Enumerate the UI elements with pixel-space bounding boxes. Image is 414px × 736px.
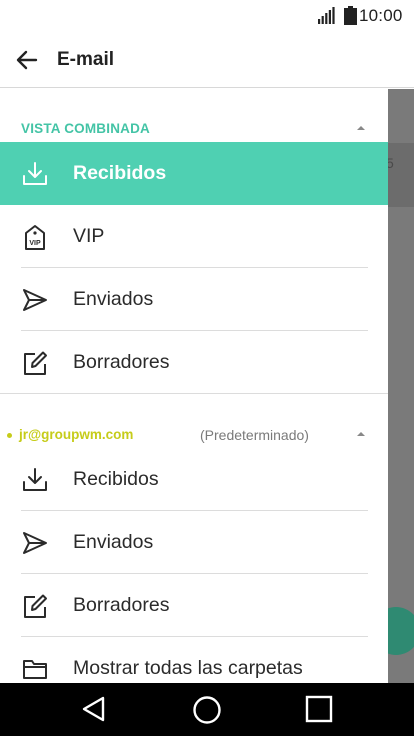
section-divider [0,393,388,394]
drawer-item-label: Recibidos [73,468,159,490]
send-icon [23,532,47,554]
nav-home-icon[interactable] [192,695,222,725]
arrow-back-icon[interactable] [14,47,40,73]
drawer-item-combined-drafts[interactable]: Borradores [0,331,388,394]
drawer-item-label: Mostrar todas las carpetas [73,657,303,679]
svg-text:VIP: VIP [29,240,41,247]
vip-tag-icon: VIP [25,225,45,250]
drawer-item-all-folders[interactable]: Mostrar todas las carpetas [0,637,388,683]
drawer-item-vip[interactable]: VIP VIP [0,205,388,268]
caret-up-icon[interactable] [355,124,367,132]
nav-back-icon[interactable] [80,695,108,723]
page-title: E-mail [57,49,115,70]
background-list-row [388,143,414,207]
edit-icon [24,594,47,618]
drawer-item-label: Borradores [73,351,170,373]
navigation-drawer: VISTA COMBINADA Recibidos VIP VIP Enviad… [0,89,388,683]
system-nav-bar [0,683,414,736]
drawer-item-account-drafts[interactable]: Borradores [0,574,388,637]
drawer-item-label: Borradores [73,594,170,616]
drawer-item-combined-sent[interactable]: Enviados [0,268,388,331]
inbox-download-icon [23,468,47,491]
folder-icon [23,660,47,679]
account-color-dot [7,433,12,438]
battery-icon [344,6,357,25]
caret-up-icon[interactable] [355,430,367,438]
signal-icon [318,7,335,24]
account-email: jr@groupwm.com [19,427,134,442]
combined-view-title: VISTA COMBINADA [21,121,150,136]
drawer-item-label: Recibidos [73,162,167,184]
drawer-item-account-inbox[interactable]: Recibidos [0,448,388,511]
nav-recent-icon[interactable] [305,695,333,723]
drawer-item-label: Enviados [73,288,154,310]
account-default-label: (Predeterminado) [200,427,309,443]
status-time: 10:00 [359,6,403,25]
drawer-item-account-sent[interactable]: Enviados [0,511,388,574]
drawer-item-label: Enviados [73,531,154,553]
send-icon [23,289,47,311]
app-bar: E-mail [0,32,414,88]
drawer-item-label: VIP [73,225,105,247]
edit-icon [24,351,47,375]
drawer-item-combined-inbox[interactable]: Recibidos [0,142,388,205]
inbox-download-icon [23,162,47,185]
status-bar: 10:00 [0,0,414,32]
